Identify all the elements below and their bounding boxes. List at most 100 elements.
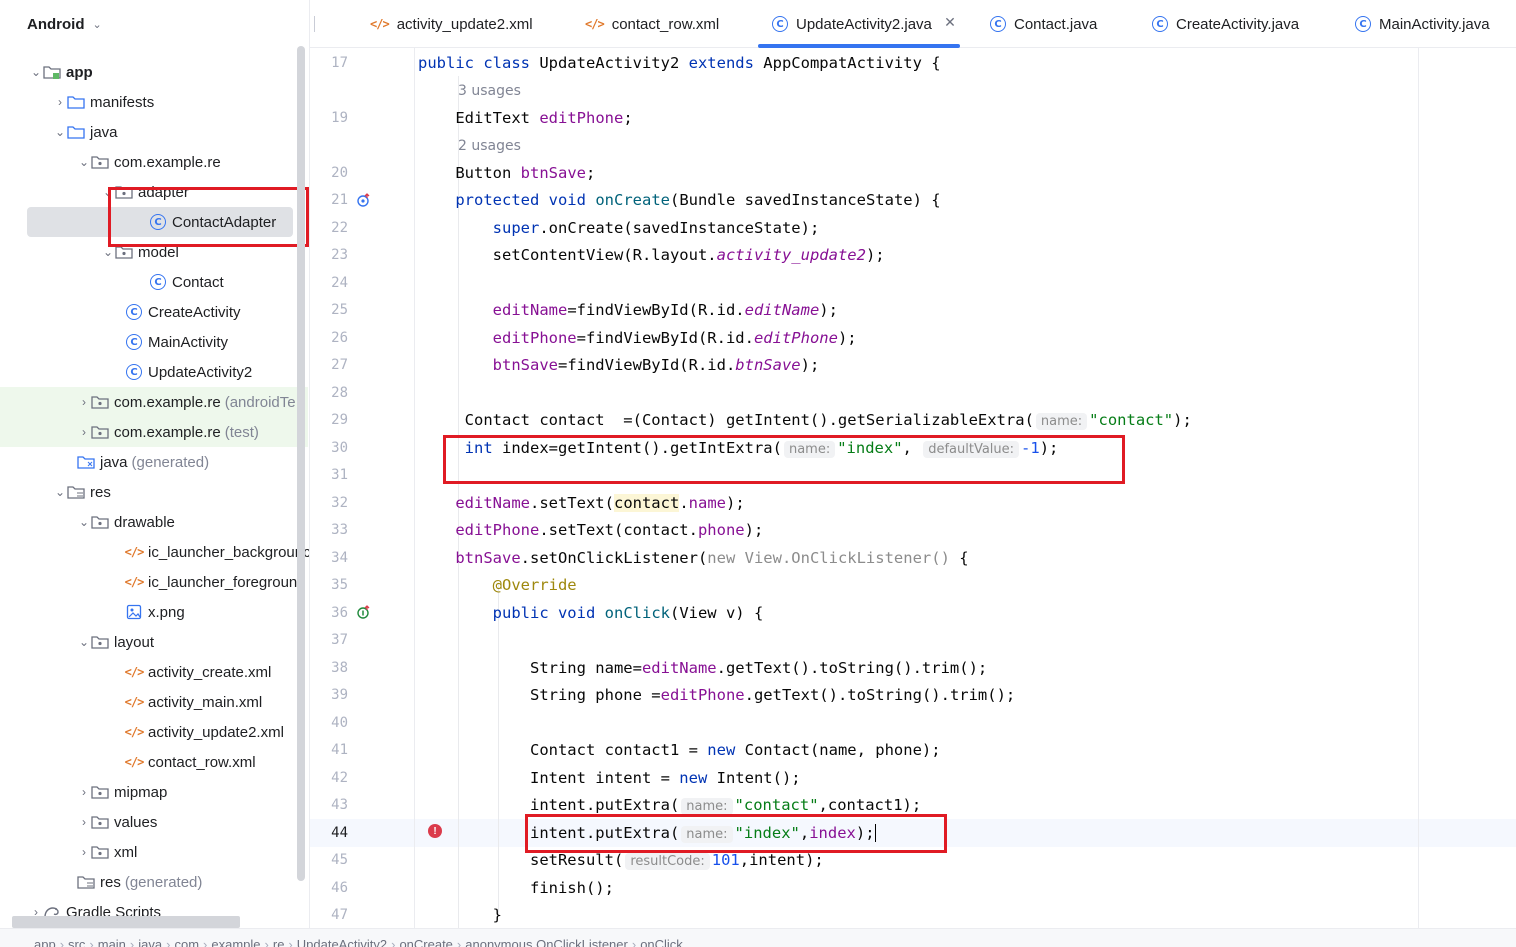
line-number: 35 bbox=[331, 577, 348, 593]
line-number: 33 bbox=[331, 522, 348, 538]
code-line: } bbox=[418, 906, 502, 924]
tree-item-contact-row-xml[interactable]: </> contact_row.xml bbox=[0, 747, 308, 777]
chevron-down-icon: ⌄ bbox=[78, 155, 90, 169]
breadcrumb-bar: app › src › main › java › com › example › re › … bbox=[0, 928, 1516, 947]
line-number: 36 bbox=[331, 605, 348, 621]
package-icon bbox=[91, 633, 109, 651]
tree-item-mainactivity[interactable]: C MainActivity bbox=[0, 327, 308, 357]
code-line: super.onCreate(savedInstanceState); bbox=[492, 219, 820, 237]
tree-item-activity-main-xml[interactable]: </> activity_main.xml bbox=[0, 687, 308, 717]
usage-hint[interactable]: 2 usages bbox=[458, 132, 521, 160]
tree-item-xml[interactable]: › xml bbox=[0, 837, 308, 867]
override-gutter-icon[interactable] bbox=[356, 192, 372, 208]
code-line: public class UpdateActivity2 extends App… bbox=[418, 54, 941, 72]
tab-mainactivity-java[interactable]: C MainActivity.java bbox=[1355, 0, 1490, 48]
breadcrumb-item[interactable]: example bbox=[211, 937, 260, 947]
tree-item-mipmap[interactable]: › mipmap bbox=[0, 777, 308, 807]
tab-contact-row-xml[interactable]: </> contact_row.xml bbox=[585, 0, 719, 48]
tab-label: contact_row.xml bbox=[611, 15, 720, 33]
tab-activity-update2-xml[interactable]: </> activity_update2.xml bbox=[370, 0, 533, 48]
folder-icon bbox=[67, 123, 85, 141]
breadcrumb-item[interactable]: UpdateActivity2 bbox=[297, 937, 387, 947]
tree-item-app[interactable]: ⌄ app bbox=[0, 57, 308, 87]
tree-item-manifests[interactable]: › manifests bbox=[0, 87, 308, 117]
project-view-selector[interactable]: Android ⌄ bbox=[27, 16, 102, 33]
breadcrumb-item[interactable]: src bbox=[68, 937, 85, 947]
tree-label: Contact bbox=[172, 273, 224, 291]
code-line: editName.setText(contact.name); bbox=[455, 494, 745, 512]
tree-item-ic-launcher-foreground[interactable]: </> ic_launcher_foreground bbox=[0, 567, 308, 597]
code-line: editPhone.setText(contact.phone); bbox=[455, 521, 764, 539]
chevron-down-icon: ⌄ bbox=[78, 515, 90, 529]
tree-label: activity_create.xml bbox=[148, 663, 272, 681]
chevron-right-icon: › bbox=[59, 937, 65, 947]
implement-gutter-icon[interactable] bbox=[356, 604, 372, 620]
line-number: 44 bbox=[331, 825, 348, 841]
line-number: 27 bbox=[331, 357, 348, 373]
tab-createactivity-java[interactable]: C CreateActivity.java bbox=[1152, 0, 1299, 48]
code-line: EditText editPhone; bbox=[418, 109, 633, 127]
package-icon bbox=[91, 423, 109, 441]
tree-item-contact[interactable]: C Contact bbox=[0, 267, 308, 297]
vertical-scrollbar[interactable] bbox=[297, 46, 305, 881]
tree-item-contactadapter[interactable]: C ContactAdapter bbox=[27, 207, 293, 237]
close-icon[interactable]: ✕ bbox=[944, 14, 956, 31]
tree-item-java[interactable]: ⌄ java bbox=[0, 117, 308, 147]
tab-contact-java[interactable]: C Contact.java bbox=[990, 0, 1097, 48]
line-number: 30 bbox=[331, 440, 348, 456]
tree-item-res[interactable]: ⌄ res bbox=[0, 477, 308, 507]
tree-item-updateactivity2[interactable]: C UpdateActivity2 bbox=[0, 357, 308, 387]
line-number: 39 bbox=[331, 687, 348, 703]
param-hint: name: bbox=[783, 441, 836, 458]
class-icon: C bbox=[126, 334, 142, 350]
code-editor[interactable]: 17 19 20 21 22 23 24 25 26 27 28 29 30 3… bbox=[310, 48, 1516, 928]
tab-label: activity_update2.xml bbox=[396, 15, 533, 33]
param-hint: name: bbox=[1035, 413, 1088, 430]
chevron-right-icon: › bbox=[391, 937, 396, 947]
tree-item-ic-launcher-background[interactable]: </> ic_launcher_backgrounc bbox=[0, 537, 309, 567]
usage-hint[interactable]: 3 usages bbox=[458, 77, 521, 105]
resource-folder-icon bbox=[67, 483, 85, 501]
code-line: finish(); bbox=[418, 879, 614, 897]
tree-item-package-test[interactable]: › com.example.re (test) bbox=[0, 417, 308, 447]
breadcrumb-item[interactable]: anonymous OnClickListener bbox=[465, 937, 628, 947]
tree-item-activity-update2-xml[interactable]: </> activity_update2.xml bbox=[0, 717, 308, 747]
line-number: 38 bbox=[331, 660, 348, 676]
line-number: 47 bbox=[331, 907, 348, 923]
class-icon: C bbox=[772, 16, 788, 32]
tree-label: adapter bbox=[138, 183, 189, 201]
breadcrumb-item[interactable]: com bbox=[174, 937, 199, 947]
tree-label: CreateActivity bbox=[148, 303, 241, 321]
package-icon bbox=[91, 783, 109, 801]
chevron-down-icon: ⌄ bbox=[54, 485, 66, 499]
code-line: btnSave.setOnClickListener(new View.OnCl… bbox=[455, 549, 969, 567]
breadcrumb-item[interactable]: main bbox=[98, 937, 126, 947]
tab-updateactivity2-java[interactable]: C UpdateActivity2.java ✕ bbox=[758, 0, 960, 48]
breadcrumb-item[interactable]: app bbox=[34, 937, 56, 947]
xml-file-icon: </> bbox=[370, 17, 390, 31]
breadcrumb-item[interactable]: onClick bbox=[640, 937, 683, 947]
tree-item-layout[interactable]: ⌄ layout bbox=[0, 627, 308, 657]
tree-suffix: (androidTe bbox=[224, 393, 296, 411]
tree-item-package-androidtest[interactable]: › com.example.re (androidTe bbox=[0, 387, 308, 417]
tree-item-x-png[interactable]: x.png bbox=[0, 597, 308, 627]
tree-item-drawable[interactable]: ⌄ drawable bbox=[0, 507, 308, 537]
tree-item-res-generated[interactable]: res (generated) bbox=[0, 867, 308, 897]
tree-item-createactivity[interactable]: C CreateActivity bbox=[0, 297, 308, 327]
breadcrumb-item[interactable]: re bbox=[273, 937, 285, 947]
tree-item-activity-create-xml[interactable]: </> activity_create.xml bbox=[0, 657, 308, 687]
tree-item-java-generated[interactable]: java (generated) bbox=[0, 447, 308, 477]
module-folder-icon bbox=[43, 63, 61, 81]
tree-item-values[interactable]: › values bbox=[0, 807, 308, 837]
tree-item-package[interactable]: ⌄ com.example.re bbox=[0, 147, 308, 177]
tree-item-model[interactable]: ⌄ model bbox=[0, 237, 308, 267]
breadcrumb-item[interactable]: onCreate bbox=[399, 937, 452, 947]
tree-label: model bbox=[138, 243, 179, 261]
param-hint: name: bbox=[681, 826, 733, 843]
horizontal-scrollbar[interactable] bbox=[12, 916, 240, 928]
tree-item-adapter[interactable]: ⌄ adapter bbox=[0, 177, 308, 207]
line-number: 19 bbox=[331, 110, 348, 126]
breadcrumb-item[interactable]: java bbox=[138, 937, 162, 947]
code-line: String phone =editPhone.getText().toStri… bbox=[418, 686, 1016, 704]
tab-label: MainActivity.java bbox=[1379, 15, 1490, 33]
